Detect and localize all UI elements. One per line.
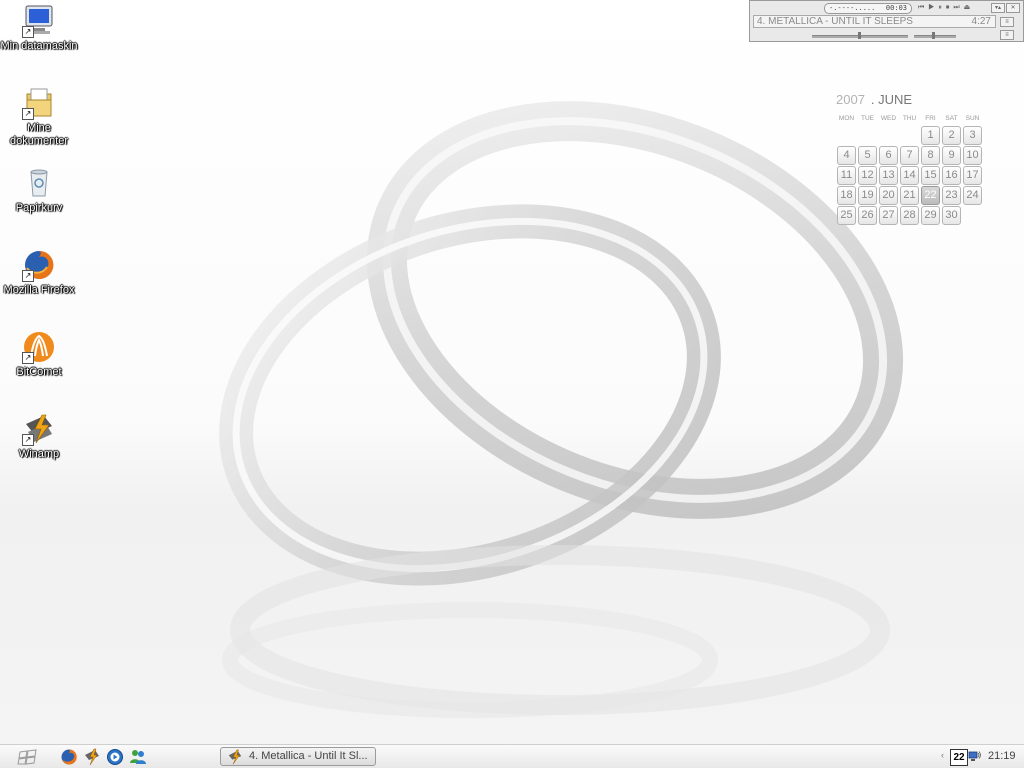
winamp-titlebar[interactable]: -.----..... 00:03 ⏮ ▶ ⏸ ⏹ ⏭ ⏏ ▾▴ ✕ — [750, 1, 1023, 14]
calendar-day[interactable]: 20 — [879, 186, 898, 205]
calendar-day[interactable]: 28 — [900, 206, 919, 225]
tray-expand-chevron-icon[interactable]: ‹ — [941, 750, 944, 760]
quicklaunch-messenger[interactable] — [129, 748, 147, 766]
taskbar-button-winamp[interactable]: 4. Metallica - Until It Sl... — [220, 747, 376, 766]
calendar-day-grid: 1 2 3 4 5 6 7 8 9 10 11 12 13 14 15 16 17 18 19 20 21 22 23 24 2… — [836, 126, 986, 236]
calendar-weekday: THU — [902, 115, 917, 122]
calendar-weekday: SUN — [965, 115, 980, 122]
calendar-year: 2007 — [836, 92, 865, 107]
desktop-icon-label: Mine dokumenter — [9, 122, 69, 147]
winamp-time-dashes: -.----..... — [829, 4, 876, 12]
calendar-day[interactable]: 3 — [963, 126, 982, 145]
desktop-icon-bitcomet[interactable]: ↗ BitComet — [0, 330, 78, 379]
network-icon[interactable] — [968, 750, 982, 763]
taskbar-clock[interactable]: 21:19 — [988, 750, 1016, 762]
winamp-track-display[interactable]: 4. METALLICA - UNTIL IT SLEEPS 4:27 — [753, 15, 996, 28]
media-player-icon — [107, 749, 123, 765]
calendar-day[interactable]: 26 — [858, 206, 877, 225]
calendar-day[interactable]: 5 — [858, 146, 877, 165]
winamp-player[interactable]: -.----..... 00:03 ⏮ ▶ ⏸ ⏹ ⏭ ⏏ ▾▴ ✕ 4. ME… — [749, 0, 1024, 42]
calendar-day[interactable]: 21 — [900, 186, 919, 205]
shortcut-arrow-icon: ↗ — [22, 434, 34, 446]
taskbar-button-label: 4. Metallica - Until It Sl... — [249, 750, 368, 762]
desktop-icon-label: BitComet — [16, 366, 62, 378]
messenger-icon — [130, 750, 146, 764]
desktop: ↗ Min datamaskin ↗ Mine dokumenter Papir… — [0, 0, 1024, 744]
winamp-pl-button[interactable]: ≡ — [1000, 30, 1014, 40]
winamp-close-button[interactable]: ✕ — [1006, 3, 1020, 13]
winamp-transport-controls[interactable]: ⏮ ▶ ⏸ ⏹ ⏭ ⏏ — [918, 3, 971, 12]
winamp-icon — [228, 749, 242, 765]
calendar-day[interactable]: 29 — [921, 206, 940, 225]
winamp-volume-knob[interactable] — [932, 32, 935, 39]
calendar-weekday: SAT — [945, 115, 958, 122]
desktop-icon-label: Min datamaskin — [0, 40, 78, 52]
windows-logo-icon — [17, 749, 37, 765]
calendar-weekday: WED — [880, 115, 897, 122]
winamp-shade-button[interactable]: ▾▴ — [991, 3, 1005, 13]
desktop-icon-label: Papirkurv — [15, 202, 63, 214]
shortcut-arrow-icon: ↗ — [22, 26, 34, 38]
calendar-day[interactable]: 2 — [942, 126, 961, 145]
calendar-day[interactable]: 15 — [921, 166, 940, 185]
calendar-day[interactable]: 16 — [942, 166, 961, 185]
desktop-icon-firefox[interactable]: ↗ Mozilla Firefox — [0, 248, 78, 297]
calendar-day[interactable]: 24 — [963, 186, 982, 205]
calendar-day[interactable]: 17 — [963, 166, 982, 185]
desktop-icon-recycle-bin[interactable]: Papirkurv — [0, 166, 78, 215]
shortcut-arrow-icon: ↗ — [22, 352, 34, 364]
calendar-day[interactable]: 12 — [858, 166, 877, 185]
winamp-time-display[interactable]: -.----..... 00:03 — [824, 3, 912, 14]
winamp-seek-knob[interactable] — [858, 32, 861, 39]
winamp-sliders: ≡ — [750, 30, 1023, 41]
taskbar: 4. Metallica - Until It Sl... ‹ 22 21:19 — [0, 744, 1024, 768]
calendar-weekday: FRI — [925, 115, 936, 122]
quicklaunch-media-player[interactable] — [106, 748, 124, 766]
recycle-bin-icon — [30, 169, 48, 197]
winamp-volume-slider[interactable] — [914, 35, 956, 38]
calendar-day[interactable]: 14 — [900, 166, 919, 185]
calendar-widget: 2007. JUNE MON TUE WED THU FRI SAT SUN 1234567… — [836, 92, 986, 236]
calendar-day-today[interactable]: 22 — [921, 186, 940, 205]
calendar-weekday: MON — [838, 115, 855, 122]
calendar-day[interactable]: 23 — [942, 186, 961, 205]
desktop-icon-my-computer[interactable]: ↗ Min datamaskin — [0, 4, 78, 53]
calendar-day[interactable]: 6 — [879, 146, 898, 165]
desktop-icon-winamp[interactable]: ↗ Winamp — [0, 412, 78, 461]
calendar-day[interactable]: 8 — [921, 146, 940, 165]
shortcut-arrow-icon: ↗ — [22, 270, 34, 282]
desktop-icon-label: Mozilla Firefox — [3, 284, 75, 296]
shortcut-arrow-icon: ↗ — [22, 108, 34, 120]
calendar-day[interactable]: 19 — [858, 186, 877, 205]
quicklaunch-winamp[interactable] — [83, 748, 101, 766]
winamp-track-title: 4. METALLICA - UNTIL IT SLEEPS — [757, 16, 913, 27]
calendar-header: 2007 . JUNE — [836, 92, 986, 110]
calendar-day[interactable]: 4 — [837, 146, 856, 165]
firefox-icon — [61, 749, 77, 765]
tray-calendar-icon[interactable]: 22 — [950, 749, 968, 766]
winamp-elapsed-time: 00:03 — [885, 4, 907, 12]
calendar-month: . JUNE — [870, 92, 913, 107]
calendar-day[interactable]: 30 — [942, 206, 961, 225]
calendar-day[interactable]: 25 — [837, 206, 856, 225]
winamp-eq-button[interactable]: ≡ — [1000, 17, 1014, 27]
calendar-day[interactable]: 27 — [879, 206, 898, 225]
calendar-day[interactable]: 10 — [963, 146, 982, 165]
quicklaunch-firefox[interactable] — [60, 748, 78, 766]
start-button[interactable] — [10, 748, 46, 766]
calendar-day[interactable]: 9 — [942, 146, 961, 165]
desktop-icon-label: Winamp — [18, 448, 60, 460]
system-tray: ‹ 22 21:19 — [938, 745, 1024, 769]
winamp-track-duration: 4:27 — [971, 16, 991, 27]
calendar-day[interactable]: 18 — [837, 186, 856, 205]
calendar-weekday-row: MON TUE WED THU FRI SAT SUN — [836, 115, 986, 126]
calendar-day[interactable]: 1 — [921, 126, 940, 145]
calendar-day[interactable]: 11 — [837, 166, 856, 185]
winamp-icon — [85, 748, 99, 766]
desktop-icon-my-documents[interactable]: ↗ Mine dokumenter — [0, 86, 78, 148]
calendar-day[interactable]: 7 — [900, 146, 919, 165]
calendar-weekday: TUE — [861, 115, 874, 122]
calendar-day[interactable]: 13 — [879, 166, 898, 185]
